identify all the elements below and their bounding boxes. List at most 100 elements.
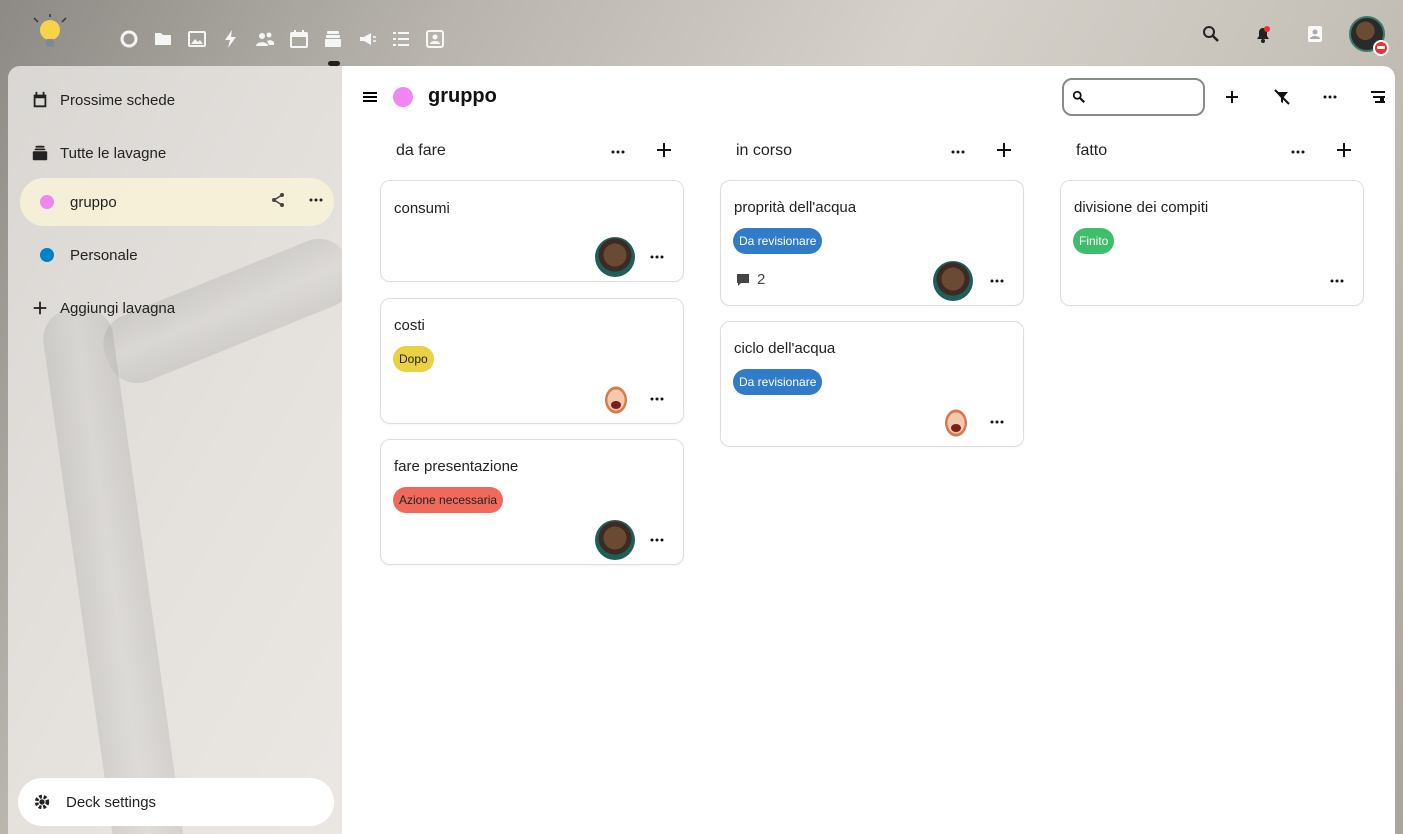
card-title: divisione dei compiti: [1074, 199, 1209, 216]
search-icon: [1072, 90, 1086, 104]
stack-title: da fare: [396, 142, 446, 159]
announcements-icon[interactable]: [350, 22, 384, 56]
deck-icon: [20, 144, 60, 162]
add-list-button[interactable]: [1219, 84, 1245, 110]
more-options-icon[interactable]: [647, 389, 667, 409]
board-color-dot: [40, 248, 54, 262]
activity-icon[interactable]: [214, 22, 248, 56]
stack-fatto: fatto divisione dei compiti Finito: [1060, 138, 1364, 438]
deck-icon[interactable]: [316, 22, 350, 66]
card[interactable]: costi Dopo: [380, 298, 684, 424]
sidebar-item-label: gruppo: [70, 193, 117, 211]
app-logo-icon[interactable]: [30, 14, 70, 54]
add-card-button[interactable]: [654, 140, 674, 160]
user-avatar[interactable]: [1349, 16, 1389, 56]
assignee-avatar[interactable]: [595, 237, 635, 277]
do-not-disturb-status-icon: [1373, 40, 1389, 56]
add-card-button[interactable]: [994, 140, 1014, 160]
card[interactable]: proprità dell'acqua Da revisionare 2: [720, 180, 1024, 306]
board-title: gruppo: [428, 85, 497, 107]
board-header: gruppo: [342, 66, 1395, 128]
contacts-menu-icon[interactable]: [1289, 16, 1341, 52]
more-options-icon[interactable]: [647, 247, 667, 267]
plus-icon: [20, 299, 60, 317]
search-icon[interactable]: [1185, 16, 1237, 52]
add-card-button[interactable]: [1334, 140, 1354, 160]
dashboard-icon[interactable]: [112, 22, 146, 56]
stack-header: da fare: [380, 138, 684, 168]
card-title: proprità dell'acqua: [734, 199, 857, 216]
stack-header: fatto: [1060, 138, 1364, 168]
more-options-icon[interactable]: [1317, 84, 1343, 110]
card-title: ciclo dell'acqua: [734, 340, 836, 357]
assignee-avatar[interactable]: [595, 520, 635, 560]
more-options-icon[interactable]: [1288, 142, 1308, 162]
stack-da-fare: da fare consumi costi Dopo fare presenta…: [380, 138, 684, 658]
sidebar-item-upcoming[interactable]: Prossime schede: [20, 76, 334, 124]
sidebar-item-board-personale[interactable]: Personale: [20, 231, 334, 279]
details-sidebar-icon[interactable]: [1365, 84, 1391, 110]
board-color-dot: [40, 195, 54, 209]
card-label: Dopo: [393, 346, 434, 372]
card[interactable]: consumi: [380, 180, 684, 282]
card-label: Da revisionare: [733, 369, 823, 395]
contacts-icon[interactable]: [248, 22, 282, 56]
header-right-menu: [1185, 16, 1393, 56]
card[interactable]: divisione dei compiti Finito: [1060, 180, 1364, 306]
stack-in-corso: in corso proprità dell'acqua Da revision…: [720, 138, 1024, 538]
top-header: [0, 0, 1403, 66]
more-options-icon[interactable]: [948, 142, 968, 162]
comments-count-value: 2: [757, 271, 766, 288]
assignee-avatar[interactable]: [599, 379, 633, 421]
tasks-icon[interactable]: [384, 22, 418, 56]
more-options-icon[interactable]: [608, 142, 628, 162]
app-menu: [112, 22, 452, 66]
share-icon[interactable]: [270, 192, 286, 212]
stack-header: in corso: [720, 138, 1024, 168]
stack-title: in corso: [736, 142, 793, 159]
stack-title: fatto: [1076, 142, 1108, 159]
menu-toggle-icon[interactable]: [360, 86, 382, 108]
background-pipe-decoration: [39, 303, 187, 834]
more-options-icon[interactable]: [987, 271, 1007, 291]
settings-label: Deck settings: [66, 793, 157, 811]
board-search[interactable]: [1062, 78, 1205, 116]
notifications-bell-icon[interactable]: [1237, 16, 1289, 52]
sidebar: Prossime schede Tutte le lavagne gruppo …: [8, 66, 342, 834]
filter-off-icon[interactable]: [1269, 84, 1295, 110]
sidebar-item-label: Prossime schede: [60, 91, 176, 109]
photos-icon[interactable]: [180, 22, 214, 56]
comments-count[interactable]: 2: [735, 271, 765, 288]
sidebar-item-all-boards[interactable]: Tutte le lavagne: [20, 129, 334, 177]
more-options-icon[interactable]: [308, 192, 324, 212]
sidebar-item-label: Personale: [70, 246, 138, 264]
gear-icon: [18, 793, 66, 811]
card[interactable]: ciclo dell'acqua Da revisionare: [720, 321, 1024, 447]
user-menu[interactable]: [1341, 16, 1393, 56]
comment-icon: [737, 273, 749, 286]
assignee-avatar[interactable]: [933, 261, 973, 301]
card-title: consumi: [394, 200, 450, 217]
assignee-avatar[interactable]: [939, 402, 973, 444]
search-input[interactable]: [1092, 89, 1192, 105]
card[interactable]: fare presentazione Azione necessaria: [380, 439, 684, 565]
add-board-label: Aggiungi lavagna: [60, 299, 176, 317]
sidebar-item-board-gruppo[interactable]: gruppo: [20, 178, 334, 226]
card-label: Finito: [1073, 228, 1115, 254]
calendar-icon: [20, 91, 60, 109]
board-color-dot: [393, 87, 413, 107]
deck-settings-button[interactable]: Deck settings: [18, 778, 334, 826]
card-label: Azione necessaria: [393, 487, 504, 513]
more-options-icon[interactable]: [647, 530, 667, 550]
card-title: fare presentazione: [394, 458, 519, 475]
files-icon[interactable]: [146, 22, 180, 56]
card-title: costi: [394, 317, 425, 334]
board-main: gruppo da fare consumi costi Dopo fare p…: [342, 66, 1395, 834]
forms-icon[interactable]: [418, 22, 452, 56]
card-label: Da revisionare: [733, 228, 823, 254]
more-options-icon[interactable]: [1327, 271, 1347, 291]
add-board-button[interactable]: Aggiungi lavagna: [20, 284, 334, 332]
sidebar-item-label: Tutte le lavagne: [60, 144, 167, 162]
more-options-icon[interactable]: [987, 412, 1007, 432]
calendar-icon[interactable]: [282, 22, 316, 56]
